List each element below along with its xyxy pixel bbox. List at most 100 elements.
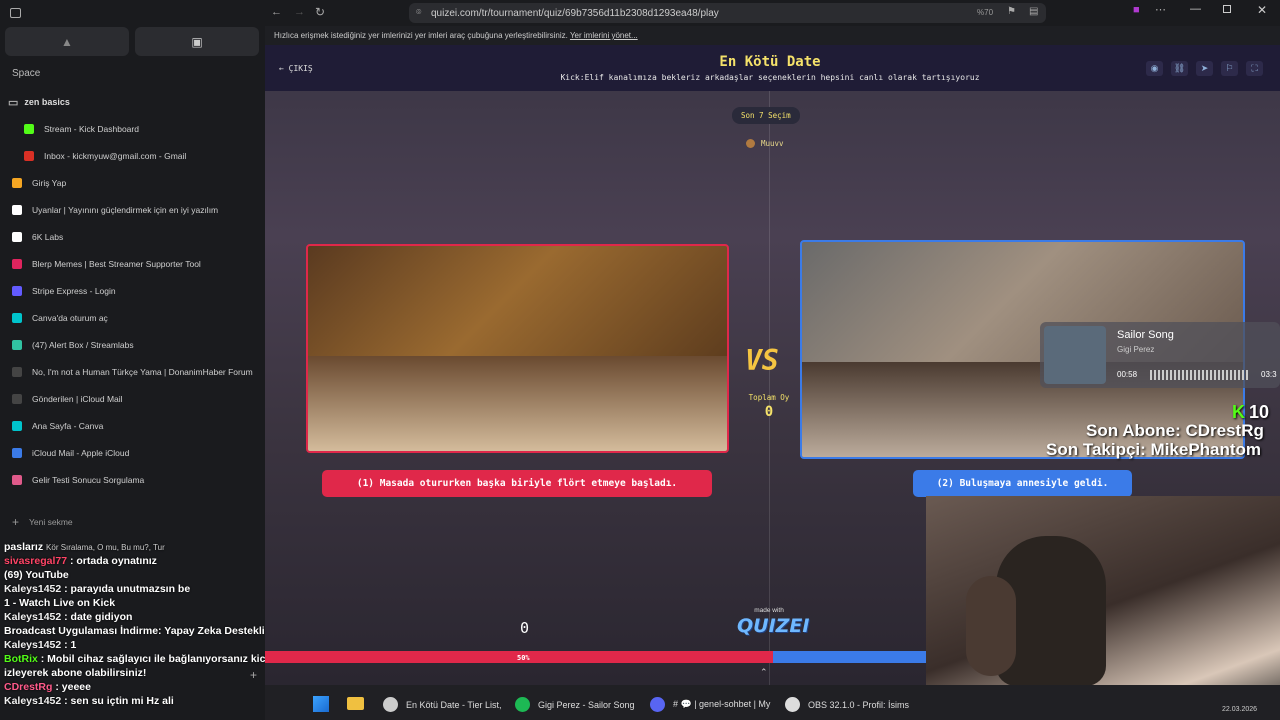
quizei-logo[interactable]: QUIZEI (737, 615, 809, 637)
tab-label: Stream - Kick Dashboard (44, 123, 139, 134)
folder-zen-basics[interactable]: ▭ zen basics (8, 94, 70, 110)
song-time-current: 00:58 (1117, 370, 1138, 379)
windows-start-icon[interactable] (313, 696, 329, 712)
chat-username: Kaleys1452 (4, 639, 62, 651)
option-1-button[interactable]: (1) Masada otururken başka biriyle flört… (322, 470, 712, 497)
chat-username: Kaleys1452 (4, 695, 62, 707)
more-menu-icon[interactable]: ⋯ (1155, 3, 1166, 16)
chevron-up-icon[interactable]: ⌃ (760, 667, 772, 679)
fullscreen-icon[interactable]: ⛶ (1246, 61, 1263, 76)
chat-text: 1 - Watch Live on Kick (4, 597, 116, 609)
user-badge: Muuvv (746, 139, 784, 148)
favicon-icon (12, 285, 22, 296)
waveform (1150, 370, 1248, 380)
favicon-icon (12, 474, 22, 485)
option-1-image (308, 356, 727, 451)
favicon-icon (12, 177, 22, 188)
tab-label: Canva'da oturum aç (32, 312, 108, 323)
taskbar-app[interactable]: En Kötü Date - Tier List, (383, 697, 502, 712)
option-2-button[interactable]: (2) Buluşmaya annesiyle geldi. (913, 470, 1132, 497)
sidebar-tab[interactable]: Stripe Express - Login (12, 277, 262, 304)
reader-icon[interactable]: ▤ (1029, 6, 1038, 17)
site-info-icon[interactable]: ⌾ (416, 7, 421, 18)
sidebar-tab[interactable]: Gelir Testi Sonucu Sorgulama (12, 466, 262, 493)
extension-icon[interactable]: ■ (1133, 4, 1140, 16)
vote-percent: 50% (517, 654, 530, 662)
chat-message: sivasregal77 : ortada oynatınız (4, 555, 157, 567)
favicon-icon (12, 366, 22, 377)
sidebar-tab[interactable]: Uyanlar | Yayınını güçlendirmek için en … (12, 196, 262, 223)
song-artist: Gigi Perez (1117, 345, 1155, 354)
sidebar-toggle-icon[interactable] (10, 8, 21, 18)
back-arrow-icon[interactable]: ← (271, 6, 282, 18)
chat-text: : 1 (64, 639, 77, 651)
maximize-icon[interactable] (1223, 5, 1231, 13)
album-art (1044, 326, 1106, 384)
chat-text: (69) YouTube (4, 569, 69, 581)
share-icon[interactable]: ➤ (1196, 61, 1213, 76)
chat-message: izleyerek abone olabilirsiniz! (4, 667, 146, 679)
chat-username: BotRix (4, 653, 38, 665)
sidebar-tab[interactable]: Giriş Yap (12, 169, 262, 196)
favicon-icon (12, 393, 22, 404)
bookmarks-bar: Hızlıca erişmek istediğiniz yer imlerini… (265, 26, 1280, 45)
favicon-icon (12, 204, 22, 215)
taskbar-app[interactable]: OBS 32.1.0 - Profil: İsims (785, 697, 909, 712)
tab-label: Giriş Yap (32, 177, 67, 188)
url-bar[interactable]: ⌾ quizei.com/tr/tournament/quiz/69b7356d… (409, 3, 1046, 23)
chat-username: CDrestRg (4, 681, 53, 693)
taskbar-app-label: OBS 32.1.0 - Profil: İsims (808, 699, 910, 710)
translate-icon[interactable]: ⚑ (1007, 6, 1016, 17)
tab-label: 6K Labs (32, 231, 64, 242)
chat-text: paslarız (4, 541, 44, 553)
sidebar-essential-button[interactable]: ▣ (135, 27, 259, 56)
tab-label: Gelir Testi Sonucu Sorgulama (32, 474, 145, 485)
favicon-icon (12, 339, 22, 350)
minimize-icon[interactable]: — (1190, 3, 1201, 15)
sidebar-tab[interactable]: Ana Sayfa - Canva (12, 412, 262, 439)
chat-message: Kaleys1452 : date gidiyon (4, 611, 132, 623)
plus-icon: + (12, 515, 20, 529)
song-title: Sailor Song (1117, 329, 1174, 341)
chat-text: izleyerek abone olabilirsiniz! (4, 667, 147, 679)
taskbar-app-label: Gigi Perez - Sailor Song (538, 699, 635, 710)
sidebar-tab[interactable]: 6K Labs (12, 223, 262, 250)
eye-icon[interactable]: ◉ (1146, 61, 1163, 76)
sidebar-tab[interactable]: iCloud Mail - Apple iCloud (12, 439, 262, 466)
chat-message: Kaleys1452 : 1 (4, 639, 76, 651)
guest-silhouette (966, 576, 1016, 676)
manage-bookmarks-link[interactable]: Yer imlerini yönet... (570, 31, 638, 40)
sidebar-pin-button[interactable]: ▲ (5, 27, 129, 56)
file-explorer-icon[interactable] (347, 697, 364, 710)
new-tab-button[interactable]: + Yeni sekme (12, 515, 73, 529)
favicon-icon (12, 312, 22, 323)
sidebar-tab[interactable]: Gönderilen | iCloud Mail (12, 385, 262, 412)
sidebar-tab[interactable]: Blerp Memes | Best Streamer Supporter To… (12, 250, 262, 277)
folder-label: zen basics (24, 97, 70, 107)
taskbar-app[interactable]: Gigi Perez - Sailor Song (515, 697, 635, 712)
sidebar-tab[interactable]: No, I'm not a Human Türkçe Yama | Donani… (12, 358, 262, 385)
folder-icon: ▭ (8, 96, 19, 109)
tab-label: (47) Alert Box / Streamlabs (32, 339, 134, 350)
quiz-title: En Kötü Date (719, 54, 821, 70)
flag-icon[interactable]: ⚐ (1221, 61, 1238, 76)
sidebar-tab[interactable]: Stream - Kick Dashboard (12, 115, 262, 142)
taskbar-app[interactable]: # 💬 | genel-sohbet | My (650, 697, 770, 712)
close-window-icon[interactable]: ✕ (1257, 3, 1267, 17)
forward-arrow-icon[interactable]: → (294, 6, 305, 18)
sidebar-tab[interactable]: Inbox - kickmyuw@gmail.com - Gmail (12, 142, 262, 169)
reload-icon[interactable]: ↻ (315, 5, 325, 19)
chat-username: sivasregal77 (4, 555, 68, 567)
chat-text: : yeeee (55, 681, 91, 693)
zoom-level[interactable]: %70 (977, 8, 993, 17)
sidebar-tab[interactable]: (47) Alert Box / Streamlabs (12, 331, 262, 358)
space-label: Space (12, 68, 41, 79)
sidebar-tab[interactable]: Canva'da oturum aç (12, 304, 262, 331)
kick-counter: K 10 (1232, 402, 1269, 423)
quiz-subtitle: Kick:Elif kanalımıza bekleriz arkadaşlar… (560, 73, 980, 82)
chat-message: Broadcast Uygulaması İndirme: Yapay Zeka… (4, 625, 286, 637)
last-follower: Son Takipçi: MikePhantom (1046, 440, 1262, 459)
option-1-card[interactable] (306, 244, 729, 453)
pin-icon: ▲ (61, 34, 73, 49)
link-icon[interactable]: ⛓ (1171, 61, 1188, 76)
